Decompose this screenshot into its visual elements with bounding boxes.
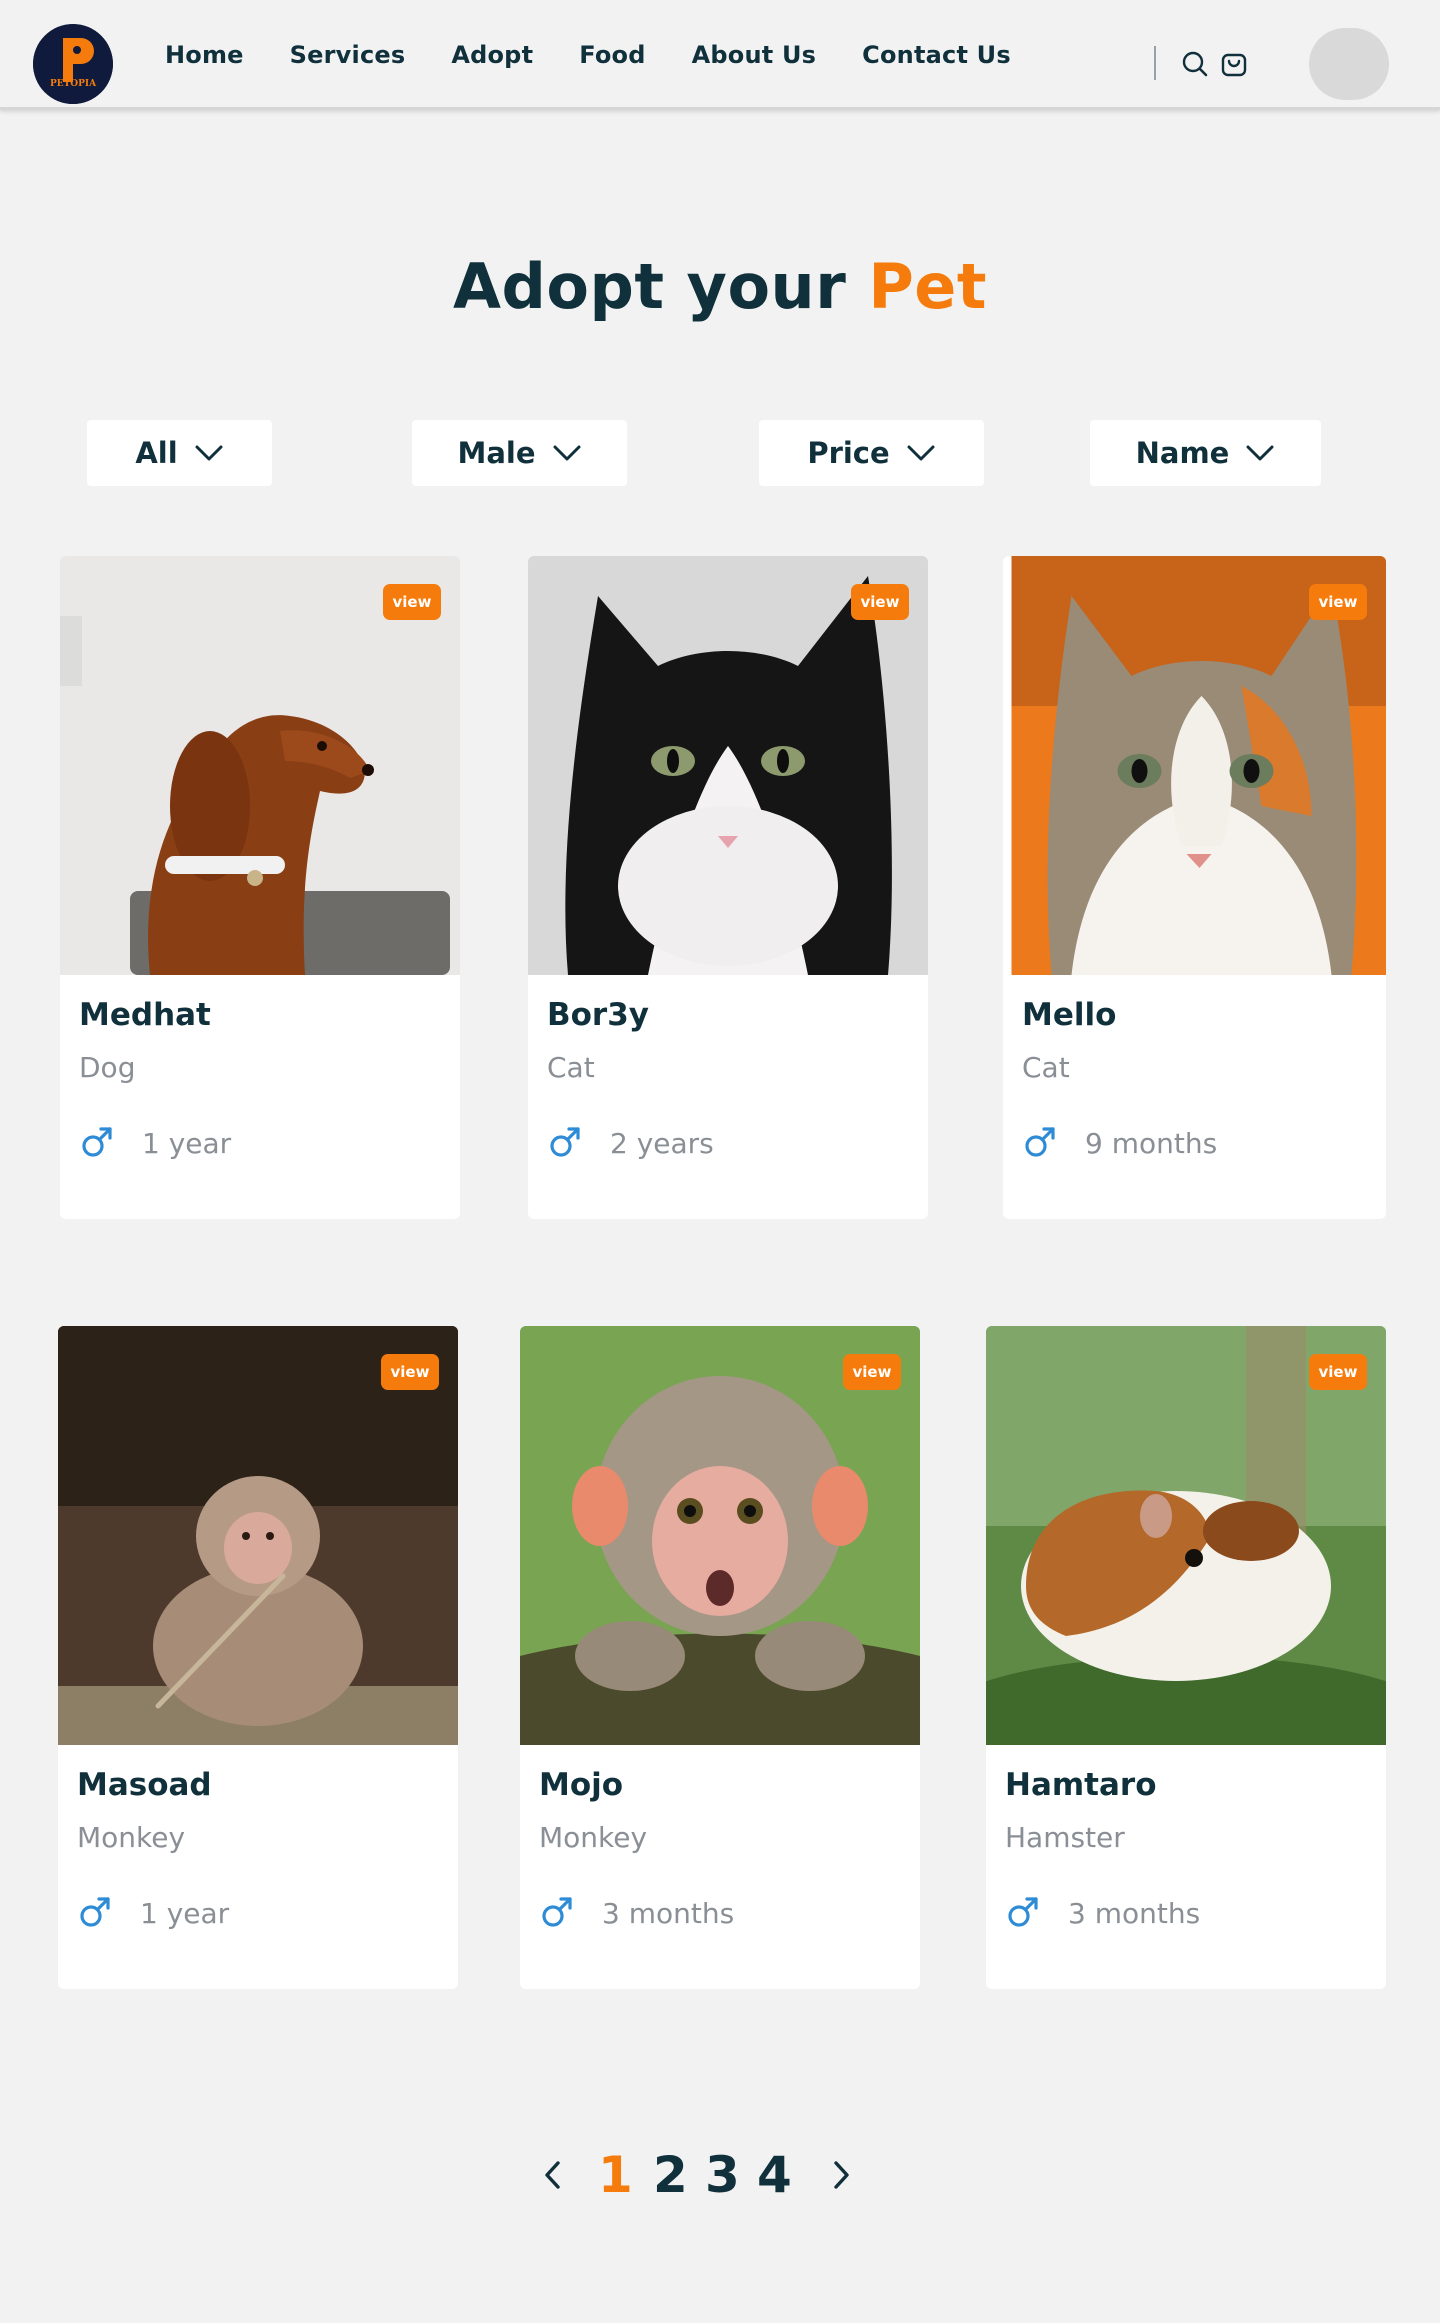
view-button[interactable]: view <box>851 584 909 620</box>
pet-name: Hamtaro <box>1005 1767 1157 1803</box>
page-4-button[interactable]: 4 <box>757 2146 792 2204</box>
nav-home[interactable]: Home <box>165 41 244 69</box>
svg-text:PETOPIA: PETOPIA <box>50 79 97 89</box>
nav-food[interactable]: Food <box>579 41 645 69</box>
pet-card[interactable]: view Hamtaro Hamster 3 months <box>986 1326 1386 1989</box>
pet-card[interactable]: view Medhat Dog 1 year <box>60 556 460 1219</box>
pet-age: 2 years <box>610 1127 714 1160</box>
search-icon <box>1182 51 1208 77</box>
male-icon <box>1022 1124 1058 1160</box>
male-icon <box>79 1124 115 1160</box>
pet-type: Monkey <box>77 1821 186 1854</box>
page-1-button[interactable]: 1 <box>598 2146 633 2204</box>
pet-age: 1 year <box>142 1127 232 1160</box>
pet-name: Mello <box>1022 997 1117 1033</box>
pet-card[interactable]: view Mojo Monkey 3 months <box>520 1326 920 1989</box>
site-header: PETOPIA Home Services Adopt Food About U… <box>0 0 1440 110</box>
filter-label: Price <box>807 436 890 470</box>
page-2-button[interactable]: 2 <box>653 2146 688 2204</box>
filter-price-dropdown[interactable]: Price <box>759 420 984 486</box>
pet-age: 9 months <box>1085 1127 1218 1160</box>
shopping-bag-icon <box>1221 53 1247 77</box>
pet-type: Cat <box>547 1051 595 1084</box>
cart-button[interactable] <box>1220 50 1248 78</box>
view-button[interactable]: view <box>381 1354 439 1390</box>
next-page-button[interactable] <box>826 2157 856 2193</box>
pet-age: 1 year <box>140 1897 230 1930</box>
nav-services[interactable]: Services <box>290 41 406 69</box>
pet-name: Mojo <box>539 1767 624 1803</box>
pet-card[interactable]: view Bor3y Cat 2 years <box>528 556 928 1219</box>
male-icon <box>77 1894 113 1930</box>
pet-card[interactable]: view Masoad Monkey 1 year <box>58 1326 458 1989</box>
chevron-down-icon <box>195 445 223 461</box>
filter-gender-dropdown[interactable]: Male <box>412 420 627 486</box>
nav-contact-us[interactable]: Contact Us <box>862 41 1011 69</box>
main-nav: Home Services Adopt Food About Us Contac… <box>165 0 1057 110</box>
chevron-right-icon <box>834 2161 849 2189</box>
user-avatar[interactable] <box>1309 28 1389 100</box>
pet-type: Hamster <box>1005 1821 1125 1854</box>
pet-type: Monkey <box>539 1821 648 1854</box>
filter-label: Male <box>457 436 536 470</box>
petopia-logo-icon: PETOPIA <box>33 24 113 104</box>
view-button[interactable]: view <box>383 584 441 620</box>
page-3-button[interactable]: 3 <box>705 2146 740 2204</box>
chevron-down-icon <box>553 445 581 461</box>
pet-age: 3 months <box>1068 1897 1201 1930</box>
nav-adopt[interactable]: Adopt <box>451 41 533 69</box>
filter-name-dropdown[interactable]: Name <box>1090 420 1321 486</box>
pet-type: Dog <box>79 1051 136 1084</box>
prev-page-button[interactable] <box>538 2157 568 2193</box>
view-button[interactable]: view <box>843 1354 901 1390</box>
pet-name: Masoad <box>77 1767 212 1803</box>
male-icon <box>539 1894 575 1930</box>
filter-all-dropdown[interactable]: All <box>87 420 272 486</box>
male-icon <box>547 1124 583 1160</box>
view-button[interactable]: view <box>1309 584 1367 620</box>
view-button[interactable]: view <box>1309 1354 1367 1390</box>
filter-label: Name <box>1135 436 1230 470</box>
chevron-left-icon <box>545 2161 560 2189</box>
nav-divider <box>1154 46 1156 80</box>
petopia-logo[interactable]: PETOPIA <box>33 24 113 104</box>
pet-name: Medhat <box>79 997 211 1033</box>
pet-age: 3 months <box>602 1897 735 1930</box>
nav-about-us[interactable]: About Us <box>692 41 817 69</box>
search-button[interactable] <box>1181 50 1209 78</box>
male-icon <box>1005 1894 1041 1930</box>
pet-name: Bor3y <box>547 997 649 1033</box>
chevron-down-icon <box>907 445 935 461</box>
pet-type: Cat <box>1022 1051 1070 1084</box>
page-title: Adopt your Pet <box>452 250 987 323</box>
chevron-down-icon <box>1246 445 1274 461</box>
filter-label: All <box>135 436 178 470</box>
pet-card[interactable]: view Mello Cat 9 months <box>1003 556 1386 1219</box>
